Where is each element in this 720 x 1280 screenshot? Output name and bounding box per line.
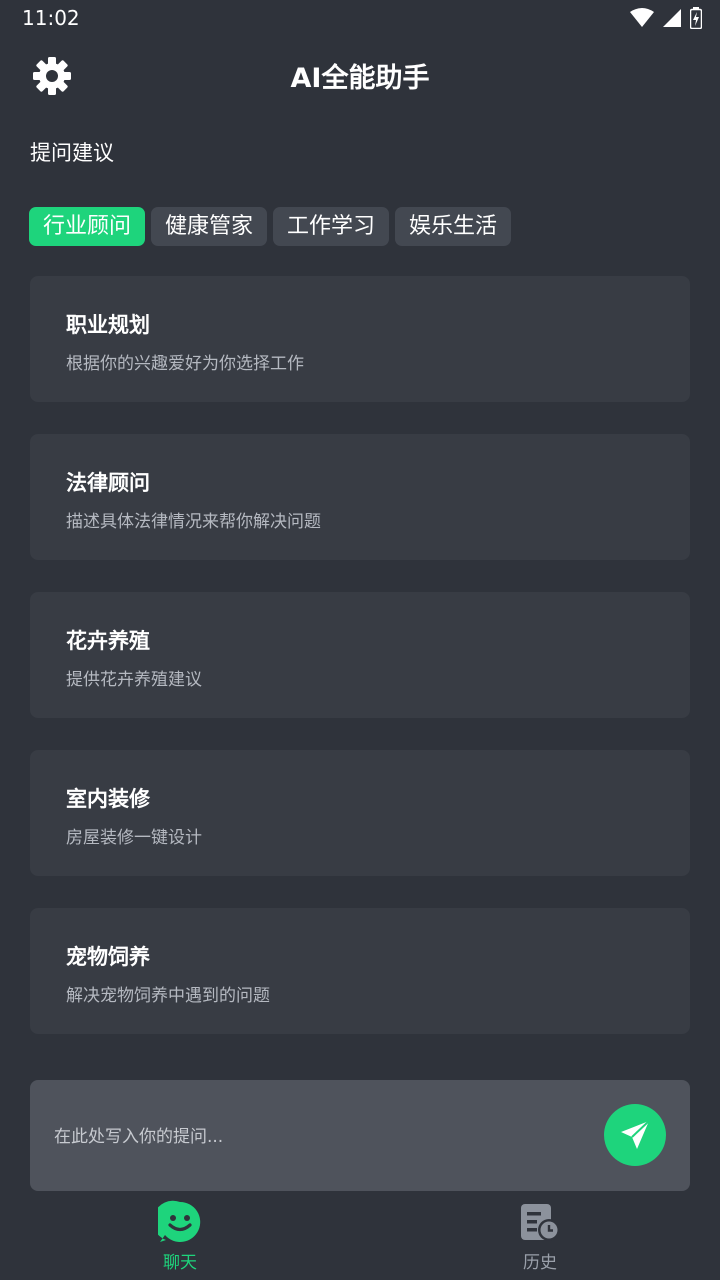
status-time: 11:02 xyxy=(22,6,80,30)
nav-chat[interactable]: 聊天 xyxy=(120,1200,240,1273)
question-input[interactable] xyxy=(52,1114,596,1160)
suggestion-card-pet-care[interactable]: 宠物饲养 解决宠物饲养中遇到的问题 xyxy=(30,908,690,1034)
card-description: 根据你的兴趣爱好为你选择工作 xyxy=(66,354,304,374)
tab-entertainment-life[interactable]: 娱乐生活 xyxy=(395,207,512,246)
send-icon xyxy=(621,1120,650,1149)
section-label: 提问建议 xyxy=(30,141,114,165)
card-title: 宠物饲养 xyxy=(66,945,150,969)
wifi-icon xyxy=(630,8,654,27)
nav-chat-label: 聊天 xyxy=(163,1253,197,1273)
history-clock-icon xyxy=(521,1204,560,1241)
page-title: AI全能助手 xyxy=(290,63,430,94)
suggestion-card-flower-growing[interactable]: 花卉养殖 提供花卉养殖建议 xyxy=(30,592,690,718)
status-bar: 11:02 xyxy=(0,0,720,36)
tab-industry-advisor[interactable]: 行业顾问 xyxy=(29,207,146,246)
suggestion-card-legal-advisor[interactable]: 法律顾问 描述具体法律情况来帮你解决问题 xyxy=(30,434,690,560)
app-header: AI全能助手 xyxy=(0,44,720,104)
battery-icon xyxy=(690,7,702,29)
bottom-nav: 聊天 历史 xyxy=(0,1196,720,1280)
nav-history[interactable]: 历史 xyxy=(480,1200,600,1273)
suggestion-card-career-planning[interactable]: 职业规划 根据你的兴趣爱好为你选择工作 xyxy=(30,276,690,402)
send-button[interactable] xyxy=(604,1104,666,1166)
card-title: 法律顾问 xyxy=(66,471,150,495)
tab-health-manager[interactable]: 健康管家 xyxy=(151,207,268,246)
card-description: 提供花卉养殖建议 xyxy=(66,670,202,690)
suggestion-list: 职业规划 根据你的兴趣爱好为你选择工作 法律顾问 描述具体法律情况来帮你解决问题… xyxy=(30,276,690,1066)
status-icons xyxy=(630,7,702,29)
category-tabs: 行业顾问 健康管家 工作学习 娱乐生活 xyxy=(29,207,512,246)
card-description: 房屋装修一键设计 xyxy=(66,828,202,848)
card-description: 描述具体法律情况来帮你解决问题 xyxy=(66,512,321,532)
card-title: 职业规划 xyxy=(66,313,150,337)
signal-icon xyxy=(663,9,681,27)
chat-smiley-icon xyxy=(158,1200,201,1242)
tab-work-study[interactable]: 工作学习 xyxy=(273,207,390,246)
card-title: 花卉养殖 xyxy=(66,629,150,653)
nav-history-label: 历史 xyxy=(523,1253,557,1273)
card-description: 解决宠物饲养中遇到的问题 xyxy=(66,986,270,1006)
question-input-bar xyxy=(30,1080,690,1191)
card-title: 室内装修 xyxy=(66,787,150,811)
suggestion-card-interior-design[interactable]: 室内装修 房屋装修一键设计 xyxy=(30,750,690,876)
